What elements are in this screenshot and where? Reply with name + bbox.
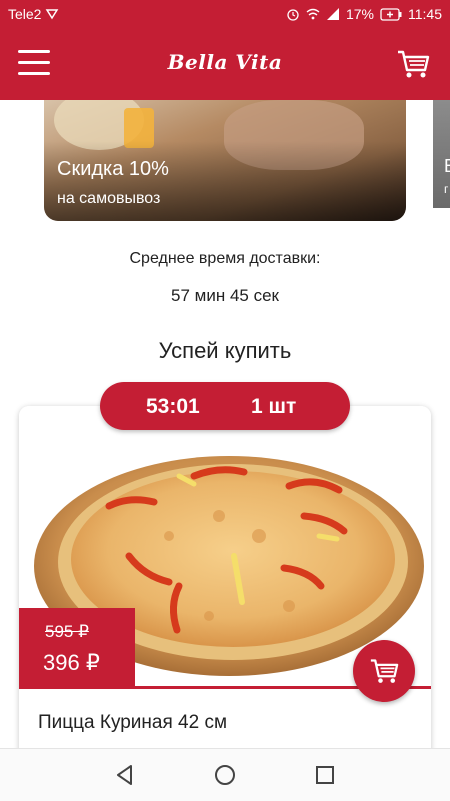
promo-banner[interactable]: Скидка 10% на самовывоз xyxy=(44,100,406,221)
battery-icon xyxy=(380,7,402,21)
app-notification-icon xyxy=(46,9,59,20)
cart-icon[interactable] xyxy=(396,48,430,80)
cart-icon xyxy=(370,659,399,683)
battery-percent: 17% xyxy=(345,6,374,22)
promo-title: Скидка 10% xyxy=(57,158,169,180)
countdown-badge: 53:01 1 шт xyxy=(100,382,350,430)
next-promo-banner[interactable]: В г xyxy=(433,100,450,208)
product-name: Пицца Куриная 42 см xyxy=(38,712,228,733)
countdown-timer: 53:01 xyxy=(146,395,200,418)
logo-text: Bella Vita xyxy=(167,50,283,74)
status-bar: Tele2 17% 11:45 xyxy=(0,0,450,28)
section-title: Успей купить xyxy=(158,338,292,363)
wifi-icon xyxy=(306,8,320,20)
alarm-icon xyxy=(287,9,299,21)
app-logo: Bella Vita xyxy=(0,50,450,74)
quantity-left: 1 шт xyxy=(251,395,297,418)
price-box: 595 ₽ 396 ₽ xyxy=(19,608,135,686)
delivery-label: Среднее время доставки: xyxy=(129,250,321,267)
signal-icon xyxy=(326,8,339,20)
old-price: 595 ₽ xyxy=(45,622,89,641)
back-icon[interactable] xyxy=(113,763,137,787)
new-price: 396 ₽ xyxy=(43,650,100,675)
system-nav-bar xyxy=(0,748,450,801)
next-promo-title: В xyxy=(444,156,450,177)
app-bar: Bella Vita xyxy=(0,28,450,100)
add-to-cart-button[interactable] xyxy=(353,640,415,702)
next-promo-subtitle: г xyxy=(444,182,449,196)
carrier-label: Tele2 xyxy=(8,6,42,22)
promo-subtitle: на самовывоз xyxy=(57,190,161,207)
product-card[interactable]: 595 ₽ 396 ₽ Пицца Куриная 42 см xyxy=(19,406,431,766)
recents-icon[interactable] xyxy=(313,763,337,787)
delivery-time: 57 мин 45 сек xyxy=(171,286,279,305)
home-icon[interactable] xyxy=(213,763,237,787)
clock: 11:45 xyxy=(408,6,442,22)
